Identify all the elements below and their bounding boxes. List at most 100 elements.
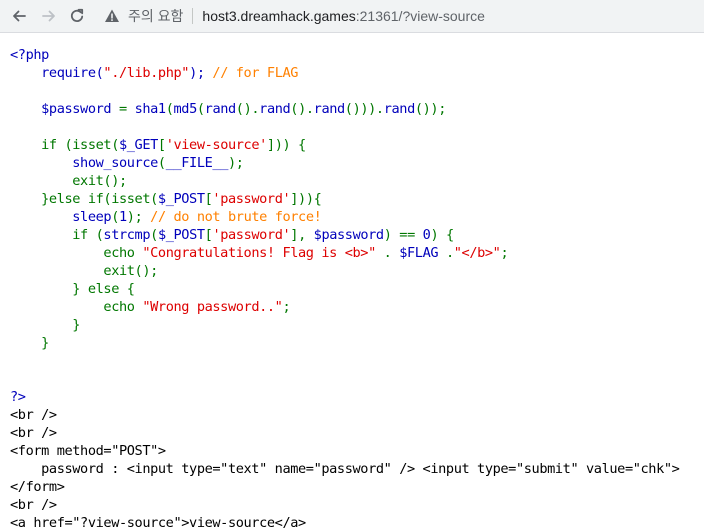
- code-token: "Congratulations! Flag is <b>": [142, 245, 384, 261]
- code-token: ().: [290, 101, 314, 117]
- url-path[interactable]: :21361/?view-source: [356, 8, 485, 24]
- code-token: (: [157, 155, 166, 171]
- code-token: ().: [235, 101, 260, 117]
- code-token: <a href="?view-source">view-source</a>: [10, 515, 306, 531]
- code-token: rand: [204, 101, 237, 117]
- code-token: (: [196, 101, 205, 117]
- code-token: .: [383, 245, 400, 261]
- source-line: }: [10, 334, 704, 352]
- code-token: ;: [500, 245, 509, 261]
- code-token: "./lib.php": [103, 65, 190, 81]
- code-token: if (: [10, 227, 104, 243]
- security-warning-text[interactable]: 주의 요함: [128, 6, 183, 26]
- code-token: show_source: [10, 155, 158, 171]
- code-token: <br />: [10, 407, 57, 423]
- code-token: .: [445, 245, 454, 261]
- code-token: ;: [282, 299, 291, 315]
- code-token: // do not brute force!: [150, 209, 322, 225]
- code-token: ],: [290, 227, 314, 243]
- source-line: exit();: [10, 262, 704, 280]
- code-token: __FILE__: [165, 155, 229, 171]
- code-token: <br />: [10, 425, 57, 441]
- code-token: [: [157, 137, 166, 153]
- code-token: exit();: [10, 173, 127, 189]
- url-host[interactable]: host3.dreamhack.games: [202, 8, 355, 24]
- code-token: 'password': [212, 191, 291, 207]
- source-line: [10, 118, 704, 136]
- code-token: md5: [173, 101, 198, 117]
- code-token: $password: [313, 227, 384, 243]
- source-line: </form>: [10, 478, 704, 496]
- code-token: $FLAG: [399, 245, 446, 261]
- source-line: if (strcmp($_POST['password'], $password…: [10, 226, 704, 244]
- source-line: sleep(1); // do not brute force!: [10, 208, 704, 226]
- code-token: $password: [10, 101, 119, 117]
- code-token: );: [227, 155, 244, 171]
- code-token: ])) {: [266, 137, 306, 153]
- code-token: 'view-source': [165, 137, 268, 153]
- code-token: sleep: [10, 209, 112, 225]
- browser-toolbar: 주의 요함 host3.dreamhack.games:21361/?view-…: [0, 0, 704, 33]
- code-token: <?php: [10, 47, 49, 63]
- code-token: $_GET: [118, 137, 158, 153]
- source-line: <br />: [10, 424, 704, 442]
- source-code-view: <?php require("./lib.php"); // for FLAG …: [10, 46, 704, 532]
- code-token: $_POST: [157, 191, 205, 207]
- code-token: </form>: [10, 479, 65, 495]
- code-token: (: [150, 227, 158, 243]
- arrow-right-icon: [42, 10, 55, 22]
- code-token: strcmp: [103, 227, 151, 243]
- warning-icon[interactable]: [104, 8, 120, 24]
- source-line: require("./lib.php"); // for FLAG: [10, 64, 704, 82]
- code-token: }else if(isset(: [10, 191, 158, 207]
- code-token: ())).: [344, 101, 384, 117]
- source-line: ?>: [10, 388, 704, 406]
- source-line: <br />: [10, 406, 704, 424]
- source-line: <form method="POST">: [10, 442, 704, 460]
- source-line: exit();: [10, 172, 704, 190]
- code-token: );: [189, 65, 213, 81]
- source-line: show_source(__FILE__);: [10, 154, 704, 172]
- code-token: rand: [383, 101, 416, 117]
- code-token: ());: [414, 101, 447, 117]
- code-token: echo: [10, 299, 143, 315]
- address-separator: [192, 8, 194, 24]
- back-button[interactable]: [6, 0, 32, 32]
- code-token: ?>: [10, 389, 26, 405]
- code-token: );: [126, 209, 151, 225]
- forward-button[interactable]: [36, 0, 62, 32]
- code-token: =: [118, 101, 135, 117]
- code-token: exit();: [10, 263, 158, 279]
- source-line: $password = sha1(md5(rand().rand().rand(…: [10, 100, 704, 118]
- reload-icon: [70, 8, 84, 22]
- source-line: <a href="?view-source">view-source</a>: [10, 514, 704, 532]
- source-line: }: [10, 316, 704, 334]
- code-token: // for FLAG: [212, 65, 299, 81]
- code-token: password : <input type="text" name="pass…: [10, 461, 680, 477]
- source-line: } else {: [10, 280, 704, 298]
- source-line: password : <input type="text" name="pass…: [10, 460, 704, 478]
- source-line: if (isset($_GET['view-source'])) {: [10, 136, 704, 154]
- arrow-left-icon: [13, 10, 26, 22]
- code-token: }: [10, 335, 49, 351]
- code-token: rand: [259, 101, 291, 117]
- code-token: <form method="POST">: [10, 443, 166, 459]
- code-token: ) {: [430, 227, 454, 243]
- code-token: $_POST: [157, 227, 205, 243]
- source-line: echo "Wrong password..";: [10, 298, 704, 316]
- source-line: echo "Congratulations! Flag is <b>" . $F…: [10, 244, 704, 262]
- code-token: 1: [119, 209, 127, 225]
- code-token: if (isset(: [10, 137, 119, 153]
- source-line: }else if(isset($_POST['password'])){: [10, 190, 704, 208]
- address-bar[interactable]: 주의 요함 host3.dreamhack.games:21361/?view-…: [104, 0, 704, 32]
- source-line: <br />: [10, 496, 704, 514]
- code-token: } else {: [10, 281, 135, 297]
- code-token: "</b>": [453, 245, 501, 261]
- code-token: ])){: [290, 191, 322, 207]
- code-token: }: [10, 317, 81, 333]
- code-token: "Wrong password..": [142, 299, 283, 315]
- code-token: echo: [10, 245, 143, 261]
- code-token: (: [165, 101, 174, 117]
- reload-button[interactable]: [64, 0, 90, 32]
- code-token: (: [111, 209, 119, 225]
